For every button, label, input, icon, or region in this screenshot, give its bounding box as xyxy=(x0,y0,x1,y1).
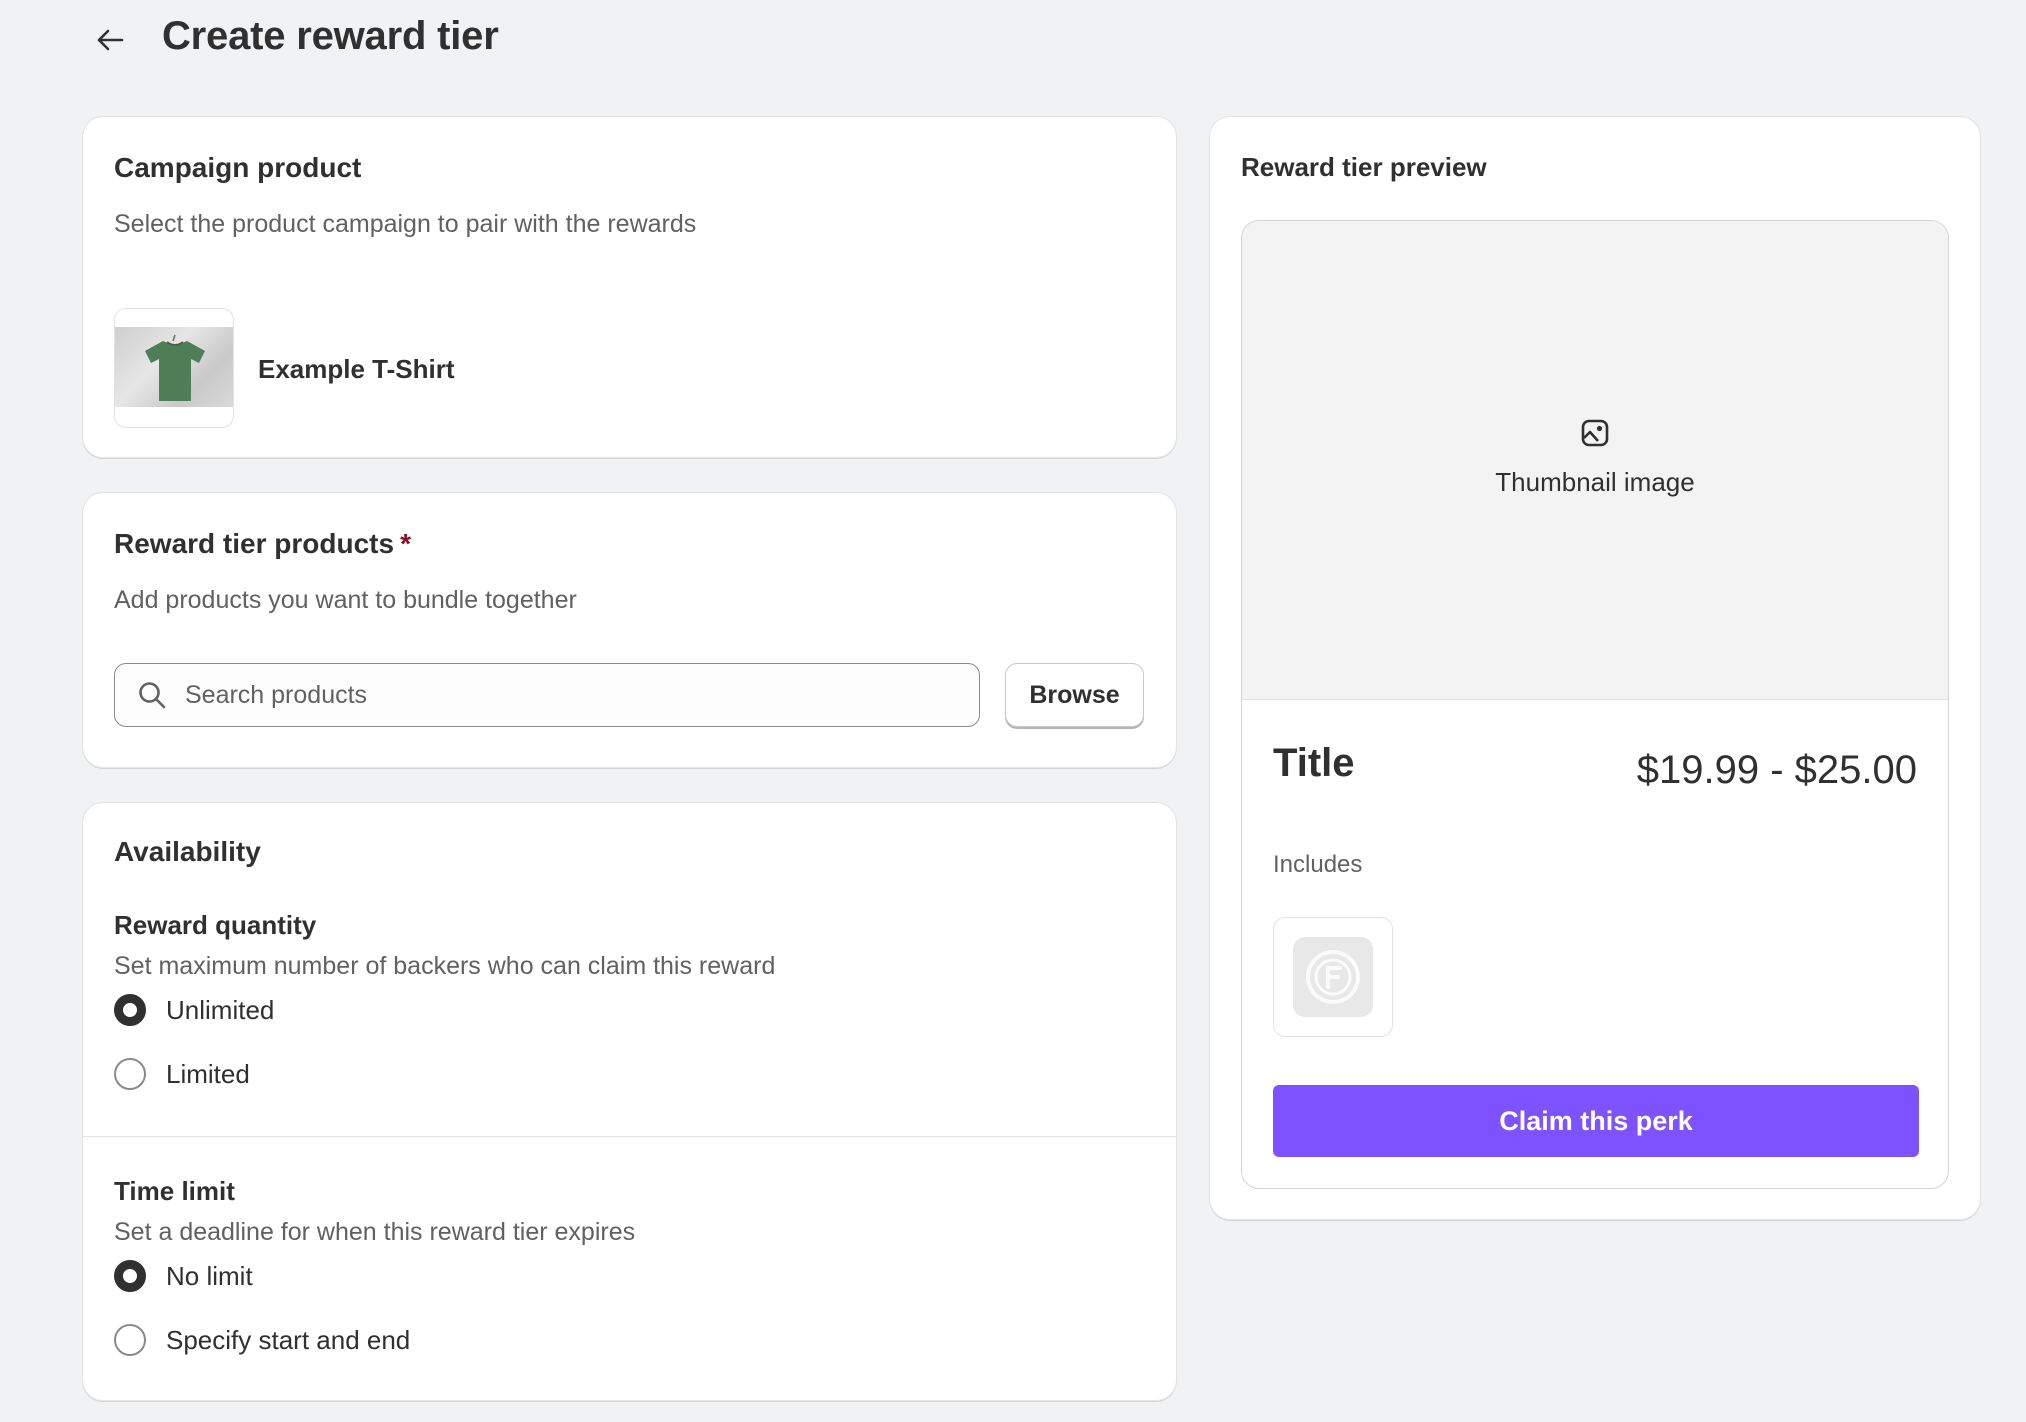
back-button[interactable] xyxy=(88,22,132,62)
campaign-product-title: Campaign product xyxy=(114,152,362,183)
included-product-thumbnail xyxy=(1273,917,1393,1037)
includes-label: Includes xyxy=(1273,851,1363,878)
product-name: Example T-Shirt xyxy=(258,354,455,384)
radio-unlimited[interactable]: Unlimited xyxy=(114,994,274,1026)
time-limit-description: Set a deadline for when this reward tier… xyxy=(114,1218,636,1246)
radio-specify-start-end[interactable]: Specify start and end xyxy=(114,1324,410,1356)
thumbnail-label: Thumbnail image xyxy=(1495,467,1695,497)
arrow-left-icon xyxy=(95,28,125,57)
radio-button[interactable] xyxy=(114,994,146,1026)
radio-limited[interactable]: Limited xyxy=(114,1058,250,1090)
radio-button[interactable] xyxy=(114,1260,146,1292)
reward-tier-products-subtitle: Add products you want to bundle together xyxy=(114,586,577,614)
radio-label: No limit xyxy=(166,1260,253,1291)
reward-tier-preview-card: Reward tier preview Thumbnail image Titl… xyxy=(1210,117,1980,1220)
availability-card: Availability Reward quantity Set maximum… xyxy=(83,803,1176,1401)
radio-button[interactable] xyxy=(114,1324,146,1356)
thumbnail-area: Thumbnail image xyxy=(1242,221,1948,700)
search-icon xyxy=(137,680,167,710)
radio-button[interactable] xyxy=(114,1058,146,1090)
radio-label: Limited xyxy=(166,1058,250,1089)
campaign-product-card: Campaign product Select the product camp… xyxy=(83,117,1176,458)
preview-tier-card: Thumbnail image Title $19.99 - $25.00 In… xyxy=(1241,220,1949,1189)
tier-title: Title xyxy=(1273,741,1355,785)
campaign-product-subtitle: Select the product campaign to pair with… xyxy=(114,210,697,238)
placeholder-logo-icon xyxy=(1293,937,1373,1017)
availability-title: Availability xyxy=(114,836,261,867)
search-products-field[interactable] xyxy=(114,663,980,727)
time-limit-title: Time limit xyxy=(114,1176,235,1206)
product-thumbnail[interactable] xyxy=(114,308,234,428)
search-products-input[interactable] xyxy=(183,679,979,711)
page-title: Create reward tier xyxy=(162,14,499,58)
reward-tier-products-title: Reward tier products xyxy=(114,528,395,559)
reward-quantity-title: Reward quantity xyxy=(114,910,317,940)
required-indicator: * xyxy=(400,528,411,559)
browse-button[interactable]: Browse xyxy=(1005,663,1144,727)
reward-tier-products-card: Reward tier products * Add products you … xyxy=(83,493,1176,768)
reward-quantity-description: Set maximum number of backers who can cl… xyxy=(114,952,776,980)
reward-tier-preview-title: Reward tier preview xyxy=(1241,152,1487,182)
tier-price: $19.99 - $25.00 xyxy=(1636,748,1917,792)
radio-no-limit[interactable]: No limit xyxy=(114,1260,253,1292)
image-icon xyxy=(1579,417,1611,449)
claim-perk-button[interactable]: Claim this perk xyxy=(1273,1085,1919,1157)
section-divider xyxy=(83,1136,1176,1137)
t-shirt-image xyxy=(145,334,205,401)
radio-label: Specify start and end xyxy=(166,1324,411,1355)
radio-label: Unlimited xyxy=(166,994,275,1025)
